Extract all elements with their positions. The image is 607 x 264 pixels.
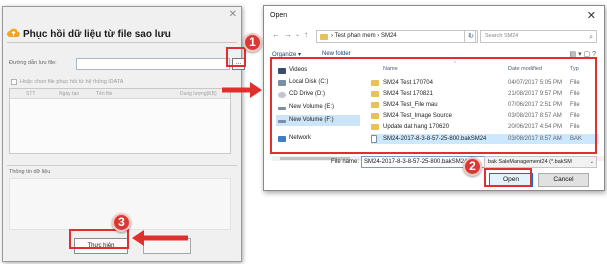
step-badge-2: 2 xyxy=(463,157,482,176)
path-label: Đường dẫn lưu file: xyxy=(9,60,57,66)
cancel-button[interactable]: Cancel xyxy=(538,173,589,187)
breadcrumb-item[interactable]: SM24 xyxy=(381,33,397,39)
step-badge-1: 1 xyxy=(243,33,262,52)
backup-file-grid: STT Ngày tạo Tên file Dung lượng(KB) xyxy=(9,88,231,154)
idata-checkbox-label: Hoặc chọn file phục hồi từ hệ thống iDAT… xyxy=(20,79,124,85)
up-arrow-icon[interactable]: ↑ xyxy=(304,30,308,39)
address-bar[interactable]: › Test phan mem › SM24 ⌄ xyxy=(316,30,476,43)
data-info-label: Thông tin dữ liệu xyxy=(9,169,51,175)
title-divider xyxy=(7,42,237,43)
dialog-title: Open xyxy=(270,12,288,19)
secondary-button[interactable] xyxy=(143,238,191,254)
refresh-icon[interactable]: ↻ xyxy=(464,30,478,43)
file-area-highlight xyxy=(270,57,597,154)
grid-header: STT Ngày tạo Tên file Dung lượng(KB) xyxy=(10,89,230,99)
window-close-icon[interactable]: ✕ xyxy=(229,9,237,20)
dialog-close-icon[interactable]: ✕ xyxy=(587,9,596,22)
file-name-label: File name: xyxy=(331,159,360,165)
folder-icon xyxy=(320,34,328,40)
grid-col-filename: Tên file xyxy=(96,91,113,97)
idata-checkbox[interactable] xyxy=(11,79,17,85)
grid-col-date: Ngày tạo xyxy=(59,91,80,97)
grid-col-size: Dung lượng(KB) xyxy=(180,91,217,97)
forward-arrow-icon[interactable]: → xyxy=(284,30,292,39)
file-type-select[interactable]: bak SaleManagement24 (*.bakSM ⌄ xyxy=(484,156,597,168)
open-highlight xyxy=(484,168,532,187)
recent-chevron-icon[interactable]: ⌄ xyxy=(295,31,300,38)
cloud-upload-icon xyxy=(7,28,20,37)
chevron-down-icon: ⌄ xyxy=(589,159,594,165)
path-input[interactable] xyxy=(76,58,230,70)
search-icon: ⌕ xyxy=(589,34,593,41)
search-input[interactable]: Search SM24 ⌕ xyxy=(480,30,597,43)
window-title: Phục hồi dữ liệu từ file sao lưu xyxy=(23,29,171,40)
search-placeholder: Search SM24 xyxy=(485,33,519,39)
execute-highlight xyxy=(69,229,129,249)
step-badge-3: 3 xyxy=(112,213,131,232)
browse-highlight xyxy=(226,47,246,67)
grid-col-stt: STT xyxy=(26,91,36,97)
section-divider xyxy=(7,165,237,166)
back-arrow-icon[interactable]: ← xyxy=(272,30,280,39)
breadcrumb-item[interactable]: Test phan mem xyxy=(335,33,376,39)
